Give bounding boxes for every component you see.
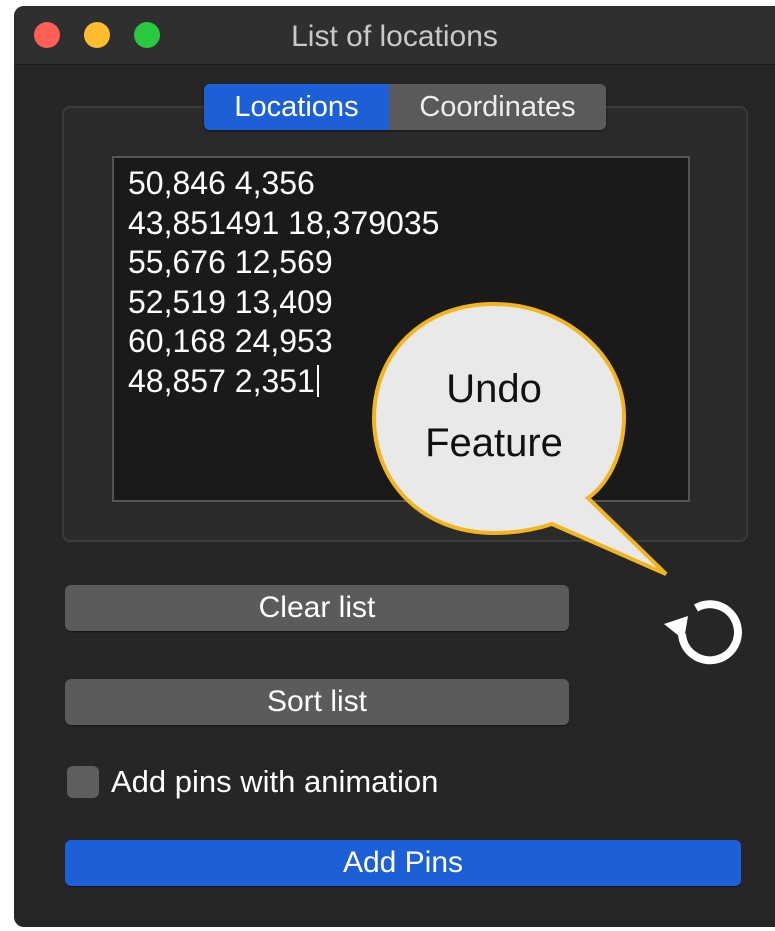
- text-caret: [316, 364, 319, 397]
- undo-icon[interactable]: [662, 594, 744, 666]
- location-line-text: 48,857 2,351: [128, 362, 315, 399]
- window-title: List of locations: [291, 20, 498, 53]
- callout-line-2: Feature: [425, 421, 563, 465]
- callout-line-1: Undo: [446, 367, 542, 411]
- location-line: 50,846 4,356: [128, 165, 315, 201]
- tab-coordinates[interactable]: Coordinates: [389, 84, 606, 130]
- title-bar[interactable]: List of locations: [14, 6, 775, 65]
- animation-checkbox[interactable]: [67, 766, 99, 798]
- animation-checkbox-label[interactable]: Add pins with animation: [111, 764, 438, 800]
- clear-list-button[interactable]: Clear list: [65, 585, 569, 631]
- sort-list-button[interactable]: Sort list: [65, 679, 569, 725]
- tab-segmented-control: Locations Coordinates: [204, 84, 606, 130]
- tab-locations[interactable]: Locations: [204, 84, 389, 130]
- animation-checkbox-row[interactable]: Add pins with animation: [67, 762, 438, 802]
- undo-feature-callout: Undo Feature: [360, 298, 672, 588]
- location-line: 55,676 12,569: [128, 244, 333, 280]
- add-pins-button[interactable]: Add Pins: [65, 840, 741, 886]
- location-line: 43,851491 18,379035: [128, 204, 440, 241]
